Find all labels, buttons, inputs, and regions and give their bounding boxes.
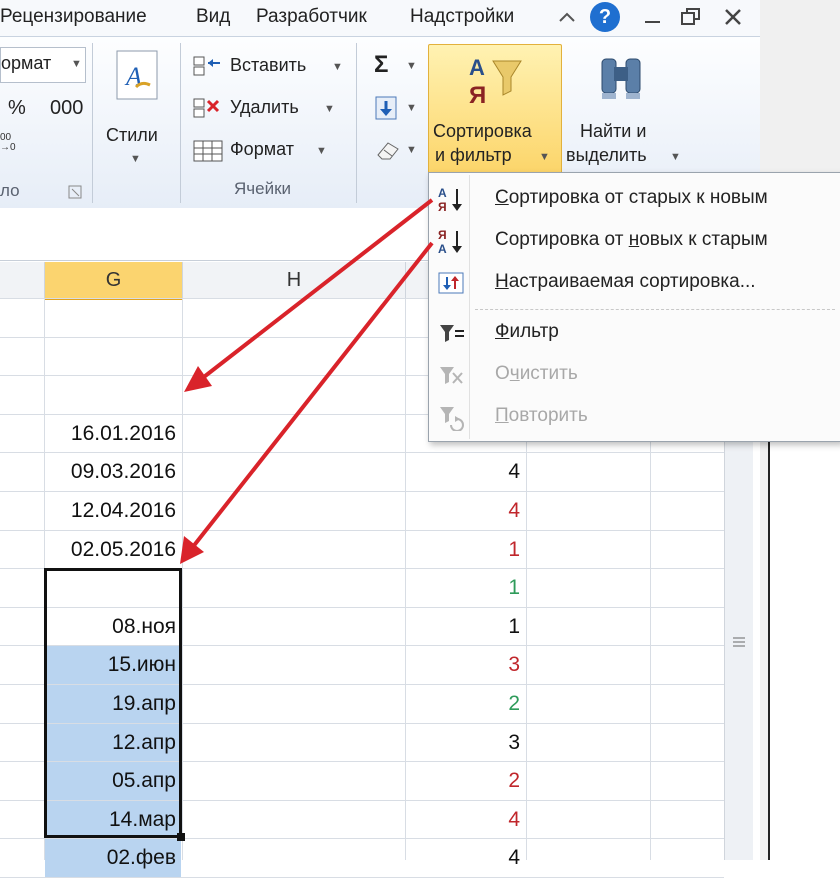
arrow-to-full-dates: [184, 198, 434, 392]
arrow-to-short-dates: [180, 241, 434, 564]
annotation-arrows: [180, 198, 434, 564]
